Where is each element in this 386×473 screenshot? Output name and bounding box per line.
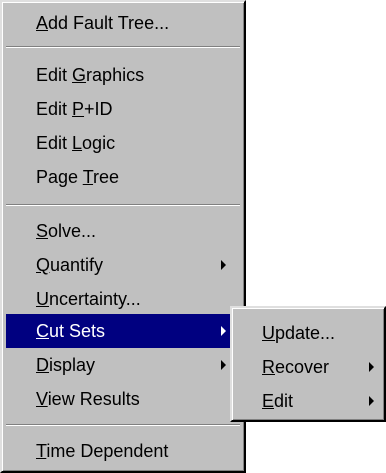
menu-item-view-results[interactable]: View Results	[6, 382, 240, 416]
submenu-arrow-icon	[221, 260, 226, 270]
submenu-item-update[interactable]: Update...	[236, 316, 380, 350]
menu-item-label: Edit Logic	[36, 133, 116, 153]
menu-item-label: Display	[36, 355, 96, 375]
menu-item-edit-graphics[interactable]: Edit Graphics	[6, 58, 240, 92]
menu-item-uncertainty[interactable]: Uncertainty...	[6, 282, 240, 316]
menu-item-display[interactable]: Display	[6, 348, 240, 382]
menu-item-label: Edit	[262, 391, 294, 411]
menu-item-label: View Results	[36, 389, 140, 409]
menu-item-time-dependent[interactable]: Time Dependent	[6, 434, 240, 468]
menu-item-label: Time Dependent	[36, 441, 169, 461]
menu-item-label: Solve...	[36, 221, 97, 241]
menu-item-label: Recover	[262, 357, 330, 377]
submenu-arrow-icon	[221, 360, 226, 370]
cut-sets-submenu: Update... Recover Edit	[230, 306, 386, 422]
menu-item-edit-logic[interactable]: Edit Logic	[6, 126, 240, 160]
menu-separator	[6, 424, 240, 426]
menu-item-label: Edit Graphics	[36, 65, 145, 85]
submenu-arrow-icon	[369, 362, 374, 372]
menu-separator	[6, 46, 240, 48]
menu-item-label: Add Fault Tree...	[36, 13, 170, 33]
submenu-item-edit[interactable]: Edit	[236, 384, 380, 418]
submenu-arrow-icon	[369, 396, 374, 406]
menu-item-page-tree[interactable]: Page Tree	[6, 160, 240, 194]
menu-item-edit-pid[interactable]: Edit P+ID	[6, 92, 240, 126]
menu-item-quantify[interactable]: Quantify	[6, 248, 240, 282]
menu-item-label: Quantify	[36, 255, 104, 275]
menu-item-label: Update...	[262, 323, 336, 343]
menu-item-label: Uncertainty...	[36, 289, 141, 309]
menu-item-label: Page Tree	[36, 167, 120, 187]
menu-item-solve[interactable]: Solve...	[6, 214, 240, 248]
menu-item-cut-sets[interactable]: Cut Sets	[6, 314, 240, 348]
menu-item-add-fault-tree[interactable]: Add Fault Tree...	[6, 6, 240, 40]
submenu-item-recover[interactable]: Recover	[236, 350, 380, 384]
menu-item-label: Edit P+ID	[36, 99, 113, 119]
menu-item-label: Cut Sets	[36, 321, 106, 341]
context-menu: Add Fault Tree... Edit Graphics Edit P+I…	[0, 0, 246, 473]
menu-separator	[6, 204, 240, 206]
submenu-arrow-icon	[221, 326, 226, 336]
